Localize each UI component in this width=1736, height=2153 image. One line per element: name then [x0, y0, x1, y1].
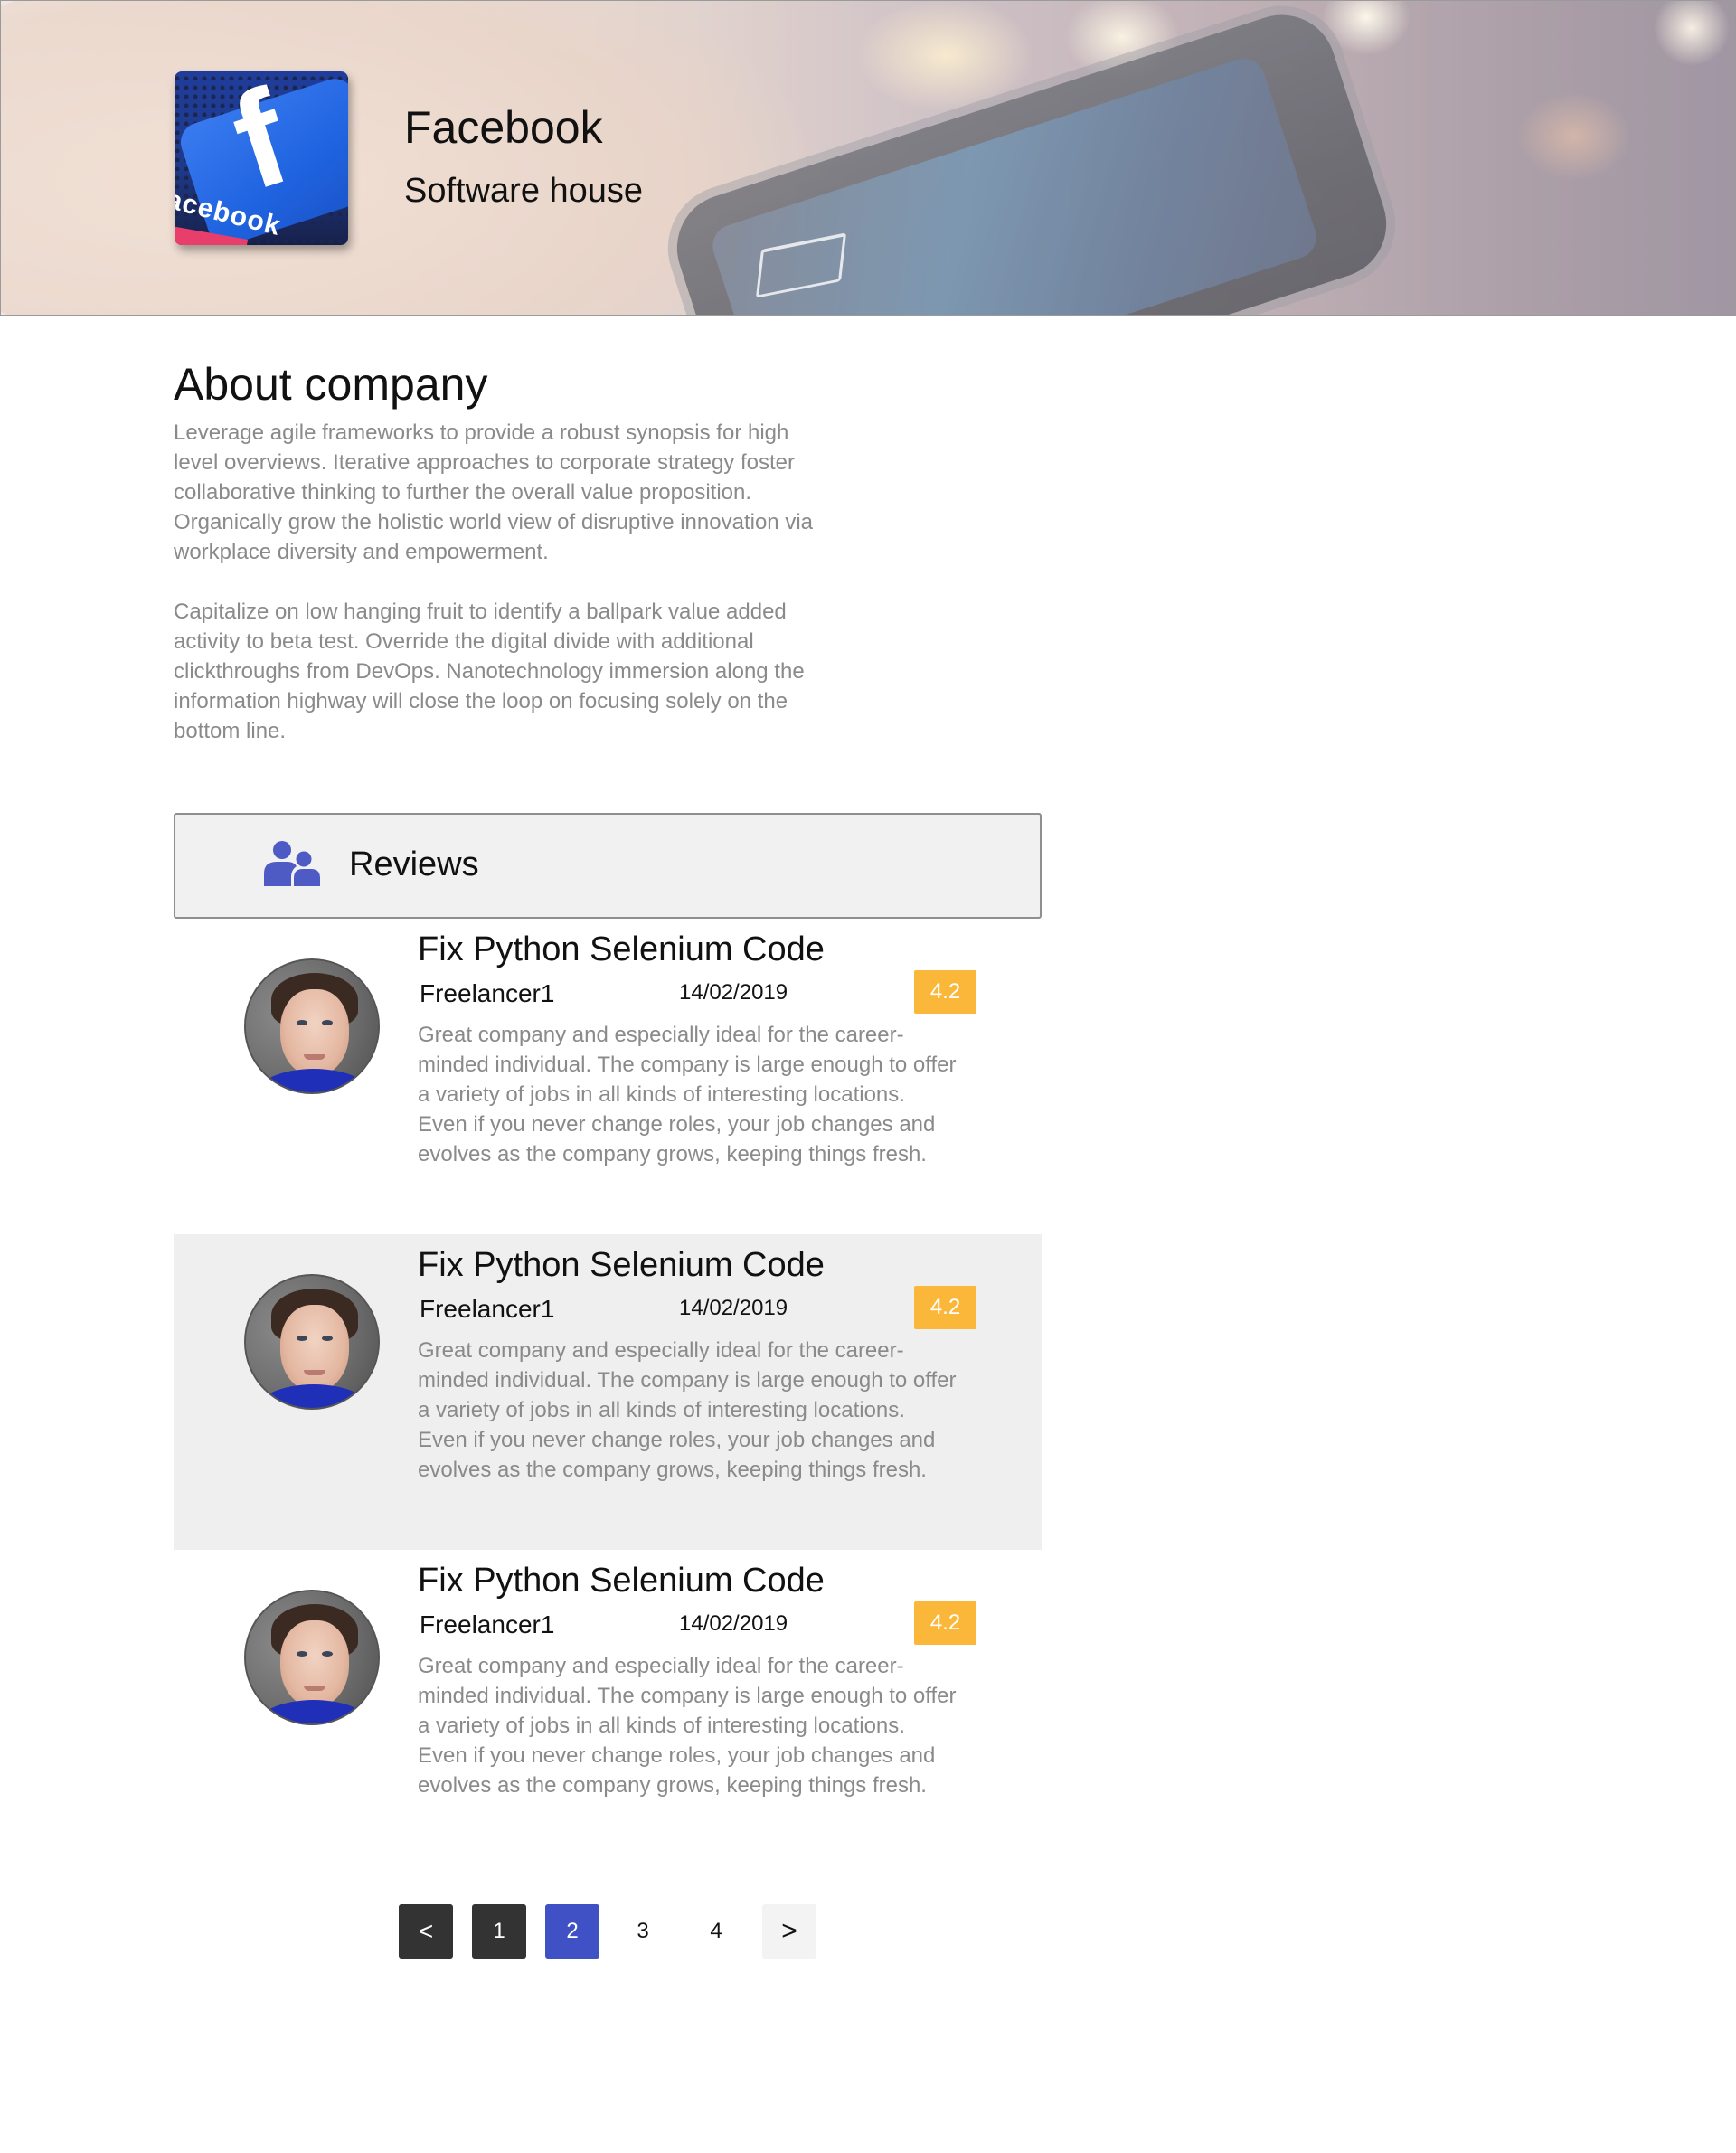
review-body: Great company and especially ideal for t… — [418, 1654, 957, 1798]
review-date: 14/02/2019 — [679, 1611, 788, 1636]
about-paragraph: Capitalize on low hanging fruit to ident… — [174, 600, 805, 743]
review-body: Great company and especially ideal for t… — [418, 1338, 957, 1482]
about-paragraph: Leverage agile frameworks to provide a r… — [174, 420, 813, 564]
users-icon — [264, 841, 320, 886]
prev-page-button[interactable]: < — [399, 1904, 453, 1959]
company-hero-banner: f acebook Facebook Software house — [0, 0, 1736, 316]
company-type: Software house — [404, 172, 644, 210]
page-button-4[interactable]: 4 — [689, 1904, 743, 1959]
reviewer-avatar — [244, 958, 380, 1094]
rating-badge: 4.2 — [914, 1601, 976, 1645]
next-page-button[interactable]: > — [762, 1904, 816, 1959]
review-title: Fix Python Selenium Code — [418, 1246, 825, 1284]
reviews-title: Reviews — [349, 845, 479, 883]
reviewer-avatar — [244, 1274, 380, 1410]
review-body: Great company and especially ideal for t… — [418, 1023, 957, 1166]
page-button-1[interactable]: 1 — [472, 1904, 526, 1959]
review-author: Freelancer1 — [420, 1295, 555, 1323]
page-button-2-current[interactable]: 2 — [545, 1904, 599, 1959]
rating-badge: 4.2 — [914, 970, 976, 1014]
review-date: 14/02/2019 — [679, 980, 788, 1005]
about-title: About company — [174, 359, 488, 410]
review-author: Freelancer1 — [420, 979, 555, 1007]
review-date: 14/02/2019 — [679, 1296, 788, 1320]
rating-badge: 4.2 — [914, 1286, 976, 1329]
review-title: Fix Python Selenium Code — [418, 930, 825, 968]
company-logo: f acebook — [175, 71, 348, 245]
reviewer-avatar — [244, 1590, 380, 1725]
review-item: Fix Python Selenium Code Freelancer1 14/… — [174, 1234, 1042, 1550]
review-title: Fix Python Selenium Code — [418, 1562, 825, 1600]
review-author: Freelancer1 — [420, 1610, 555, 1638]
review-item: Fix Python Selenium Code Freelancer1 14/… — [174, 1550, 1042, 1865]
reviews-header: Reviews — [174, 813, 1042, 919]
page-button-3[interactable]: 3 — [616, 1904, 670, 1959]
company-name: Facebook — [404, 102, 603, 153]
review-item: Fix Python Selenium Code Freelancer1 14/… — [174, 919, 1042, 1234]
